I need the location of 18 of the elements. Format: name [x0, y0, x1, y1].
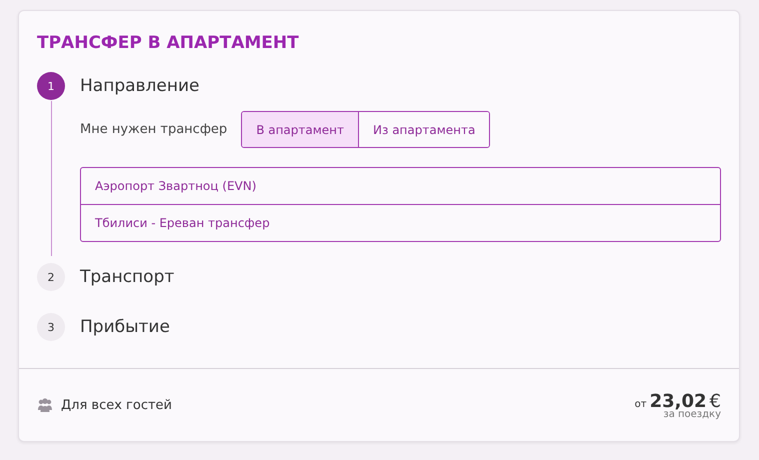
price-amount: 23,02: [650, 390, 707, 412]
price-prefix: от: [634, 398, 647, 410]
destination-item[interactable]: Аэропорт Звартноц (EVN): [81, 168, 720, 204]
card-title: ТРАНСФЕР В АПАРТАМЕНТ: [37, 33, 300, 53]
guests-text: Для всех гостей: [61, 398, 172, 412]
price-note: за поездку: [663, 408, 721, 420]
guests-icon: [37, 398, 53, 412]
step-number: 3: [37, 313, 65, 341]
step-number: 1: [37, 72, 65, 100]
transfer-label: Мне нужен трансфер: [80, 122, 228, 137]
direction-option[interactable]: В апартамент: [242, 112, 358, 147]
destination-item[interactable]: Тбилиси - Ереван трансфер: [81, 204, 720, 241]
step-number: 2: [37, 263, 65, 291]
currency-sign: €: [710, 390, 721, 412]
step-title[interactable]: Транспорт: [80, 267, 174, 287]
direction-option[interactable]: Из апартамента: [358, 112, 490, 147]
step-title[interactable]: Направление: [80, 76, 200, 96]
step-title[interactable]: Прибытие: [80, 317, 170, 337]
